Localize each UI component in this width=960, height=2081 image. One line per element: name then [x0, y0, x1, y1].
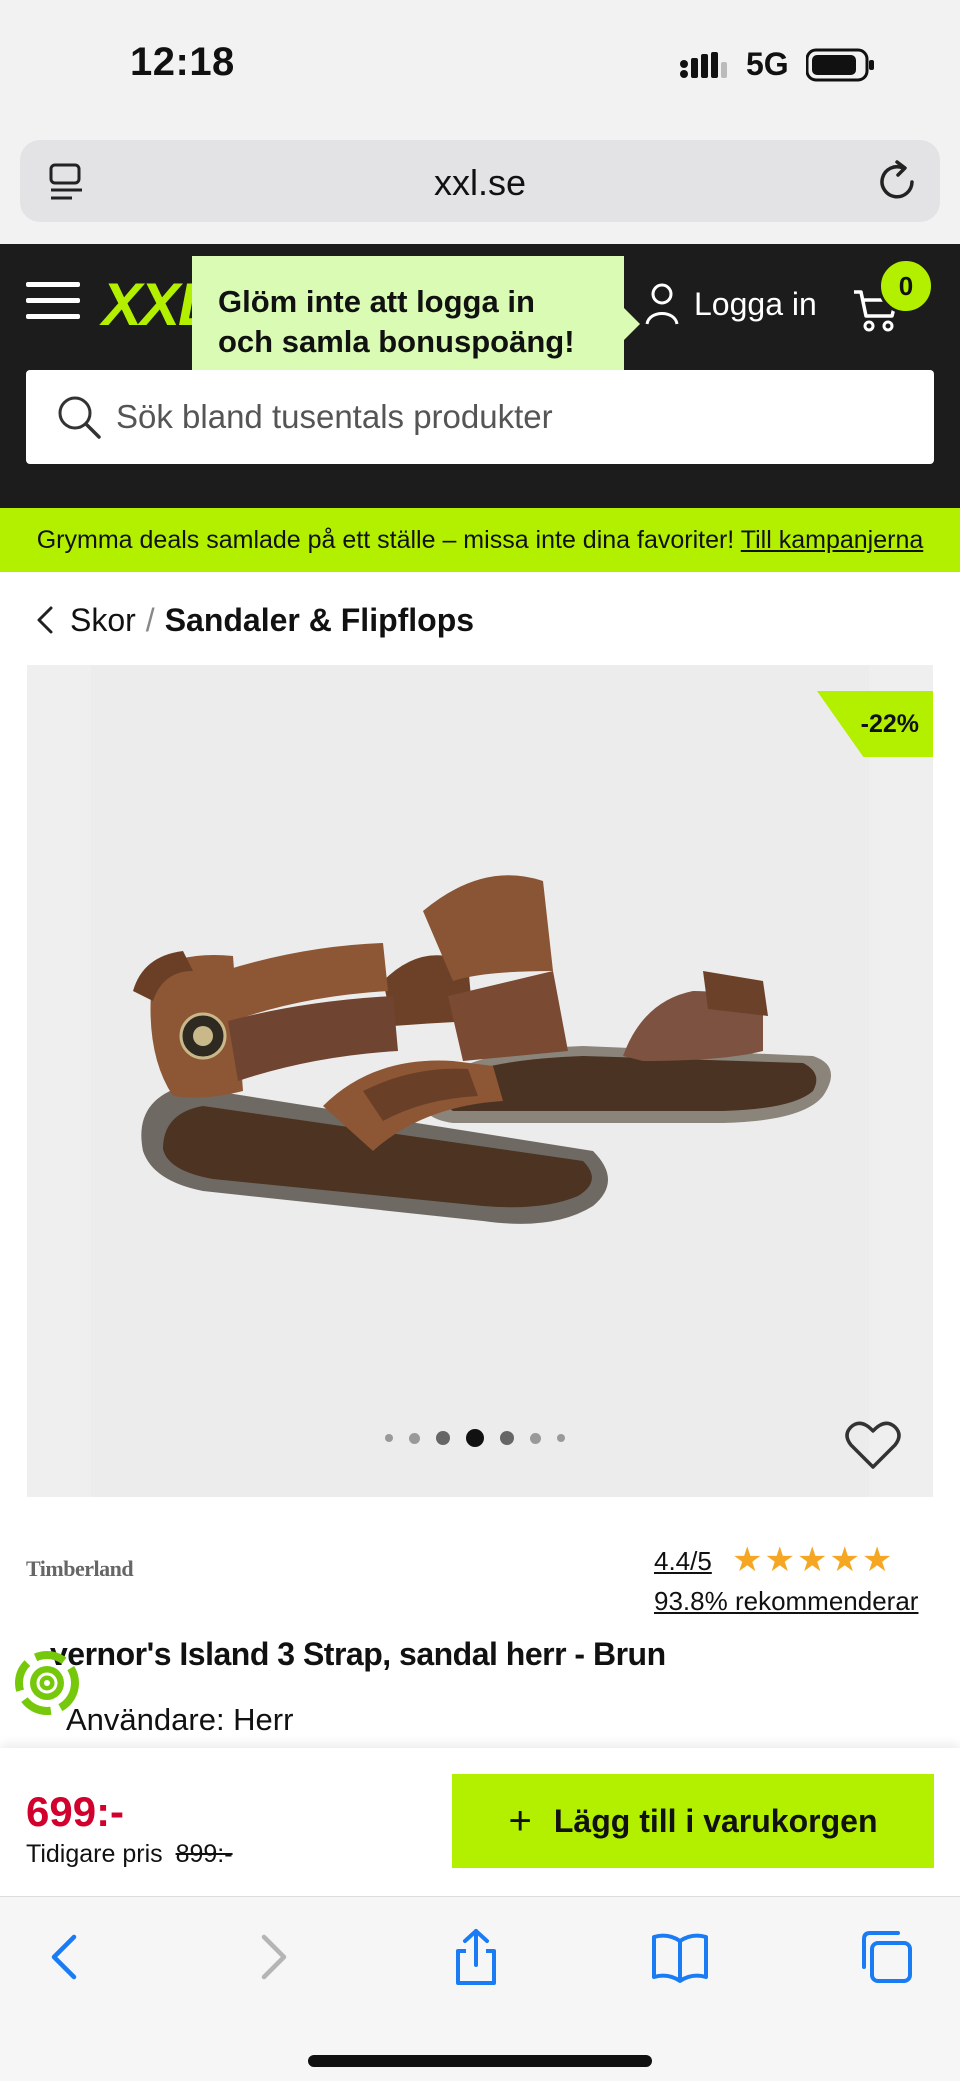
- share-icon[interactable]: [446, 1927, 506, 1987]
- carousel-dot[interactable]: [436, 1431, 450, 1445]
- discount-text: -22%: [860, 710, 919, 738]
- status-bar: 12:18 5G: [0, 0, 960, 130]
- plus-icon: +: [508, 1798, 532, 1843]
- recommend-link[interactable]: 93.8% rekommenderar: [654, 1586, 918, 1617]
- site-header: XXL Glöm inte att logga in och samla bon…: [0, 244, 960, 508]
- heart-icon[interactable]: [845, 1419, 901, 1471]
- signal-icon: [680, 52, 727, 78]
- forward-icon[interactable]: [242, 1927, 302, 1987]
- url-text[interactable]: xxl.se: [20, 162, 940, 204]
- product-user: Användare: Herr: [66, 1702, 294, 1737]
- login-tooltip-text: Glöm inte att logga in och samla bonuspo…: [218, 284, 575, 359]
- previous-price-label: Tidigare pris: [26, 1840, 163, 1868]
- carousel-dot[interactable]: [500, 1431, 514, 1445]
- search-icon: [58, 396, 101, 439]
- rating-value[interactable]: 4.4/5: [654, 1546, 712, 1577]
- reload-icon[interactable]: [878, 160, 918, 202]
- tabs-icon[interactable]: [856, 1927, 916, 1987]
- battery-icon: [806, 48, 874, 82]
- page-root: 12:18 5G xxl.se XXL Glöm inte att logga …: [0, 0, 960, 2081]
- carousel-dot[interactable]: [385, 1434, 393, 1442]
- carousel-dot[interactable]: [530, 1432, 541, 1444]
- add-to-cart-button[interactable]: + Lägg till i varukorgen: [452, 1774, 934, 1868]
- browser-toolbar: xxl.se: [0, 130, 960, 244]
- chevron-left-icon[interactable]: [34, 605, 56, 635]
- home-indicator: [308, 2055, 652, 2067]
- product-title: vernor's Island 3 Strap, sandal herr - B…: [50, 1636, 666, 1672]
- brand-logo[interactable]: Timberland: [26, 1556, 134, 1582]
- bonus-badge-icon[interactable]: [14, 1650, 80, 1716]
- browser-bottom-nav: [0, 1896, 960, 2081]
- star-rating-icon: ★★★★★: [732, 1541, 895, 1579]
- product-image[interactable]: [123, 851, 883, 1271]
- network-label: 5G: [746, 46, 789, 82]
- promo-link[interactable]: Till kampanjerna: [741, 526, 923, 554]
- status-time: 12:18: [130, 40, 235, 84]
- price-current: 699:-: [26, 1788, 125, 1835]
- promo-banner: Grymma deals samlade på ett ställe – mis…: [0, 508, 960, 572]
- user-icon[interactable]: [644, 282, 680, 326]
- hamburger-menu-icon[interactable]: [26, 280, 82, 322]
- carousel-dot-active[interactable]: [466, 1429, 484, 1447]
- bookmarks-icon[interactable]: [650, 1927, 710, 1987]
- address-bar[interactable]: xxl.se: [20, 140, 940, 222]
- price-bar: 699:- Tidigare pris 899:- + Lägg till i …: [0, 1748, 960, 1896]
- promo-text: Grymma deals samlade på ett ställe – mis…: [36, 526, 735, 554]
- login-link[interactable]: Logga in: [694, 286, 817, 323]
- cart-count-badge[interactable]: 0: [878, 258, 934, 314]
- previous-price-value: 899:-: [175, 1840, 233, 1868]
- search-input[interactable]: Sök bland tusentals produkter: [26, 370, 934, 464]
- back-icon[interactable]: [36, 1927, 96, 1987]
- breadcrumb-parent[interactable]: Skor: [70, 602, 136, 639]
- product-image-carousel[interactable]: -22%: [27, 665, 933, 1497]
- add-to-cart-label: Lägg till i varukorgen: [553, 1802, 878, 1839]
- tooltip-arrow: [624, 308, 640, 340]
- search-placeholder: Sök bland tusentals produkter: [116, 398, 553, 435]
- carousel-dot[interactable]: [557, 1434, 565, 1442]
- breadcrumb-separator: /: [145, 601, 155, 638]
- breadcrumb-current[interactable]: Sandaler & Flipflops: [165, 602, 474, 639]
- carousel-dot[interactable]: [409, 1432, 420, 1444]
- carousel-dots: [377, 1427, 573, 1449]
- breadcrumb: Skor / Sandaler & Flipflops: [34, 598, 474, 642]
- previous-price: Tidigare pris 899:-: [26, 1840, 233, 1869]
